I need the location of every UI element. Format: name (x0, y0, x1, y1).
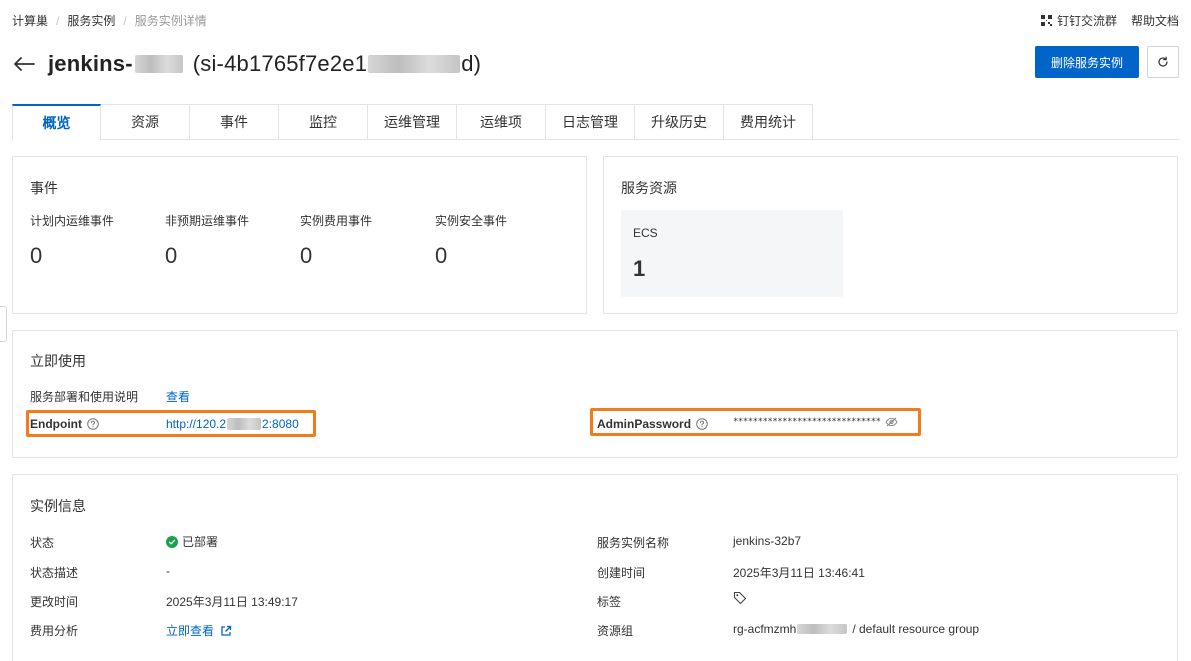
tab-events[interactable]: 事件 (190, 104, 279, 140)
metric-billing-events[interactable]: 实例费用事件 0 (300, 212, 372, 269)
resource-group-label: 资源组 (597, 624, 634, 638)
dingtalk-group-label: 钉钉交流群 (1056, 14, 1117, 28)
quick-use-card: 立即使用 服务部署和使用说明 查看 Endpoint http://120.2 … (12, 330, 1178, 458)
endpoint-url-prefix: http://120.2 (166, 417, 227, 431)
guide-view-link[interactable]: 查看 (166, 388, 190, 405)
service-resources-title: 服务资源 (621, 180, 677, 196)
breadcrumb-item-instance-detail: 服务实例详情 (134, 14, 207, 28)
ecs-count: 1 (633, 256, 646, 281)
status-value: 已部署 (182, 535, 219, 549)
admin-password-label: AdminPassword (597, 417, 692, 431)
endpoint-label: Endpoint (30, 417, 82, 431)
tab-resources[interactable]: 资源 (101, 104, 190, 140)
metric-planned-ops[interactable]: 计划内运维事件 0 (30, 212, 114, 269)
metric-label: 实例安全事件 (435, 214, 508, 228)
events-card-title: 事件 (30, 180, 58, 196)
dingtalk-group-link[interactable]: 钉钉交流群 (1040, 12, 1117, 29)
redacted-block (797, 624, 848, 634)
breadcrumb-separator: / (123, 13, 127, 28)
back-arrow-icon[interactable] (12, 52, 36, 76)
refresh-icon (1158, 56, 1168, 67)
created-time-value: 2025年3月11日 13:46:41 (733, 566, 865, 580)
status-desc-value: - (166, 564, 170, 578)
endpoint-url-suffix: 2:8080 (262, 417, 299, 431)
side-collapse-handle[interactable] (0, 306, 7, 342)
instance-id-prefix: (si-4b1765f7e2e1 (192, 51, 368, 76)
qr-code-icon (1040, 15, 1052, 26)
status-label: 状态 (30, 536, 55, 550)
title-row: jenkins- (si-4b1765f7e2e1 d) (12, 46, 1179, 82)
help-icon[interactable] (696, 418, 708, 430)
tab-bar: 概览 资源 事件 监控 运维管理 运维项 日志管理 升级历史 费用统计 (12, 104, 1179, 141)
resource-group-name: / default resource group (852, 622, 980, 636)
metric-unplanned-ops[interactable]: 非预期运维事件 0 (165, 212, 249, 269)
metric-label: 非预期运维事件 (165, 214, 250, 228)
page-title: jenkins- (si-4b1765f7e2e1 d) (48, 51, 481, 77)
tab-log-management[interactable]: 日志管理 (546, 104, 635, 140)
instance-name-label: 服务实例名称 (597, 536, 670, 550)
instance-id-suffix: d) (461, 51, 482, 76)
instance-info-card: 实例信息 状态 已部署 状态描述 - 更改时间 2025年3月11日 13:49… (12, 474, 1178, 661)
top-links: 钉钉交流群 帮助文档 (1040, 12, 1179, 29)
endpoint-label-group: Endpoint (30, 417, 99, 431)
status-desc-label: 状态描述 (30, 566, 79, 580)
header-actions: 删除服务实例 (1034, 46, 1179, 78)
resource-group-value: rg-acfmzmh / default resource group (733, 622, 979, 636)
admin-password-value-group: ****************************** (733, 417, 898, 427)
breadcrumb-item-service-instances[interactable]: 服务实例 (67, 12, 115, 29)
resource-group-id: rg-acfmzmh (733, 622, 797, 636)
metric-security-events[interactable]: 实例安全事件 0 (435, 212, 507, 269)
metric-label: 实例费用事件 (300, 214, 373, 228)
delete-instance-button[interactable]: 删除服务实例 (1034, 46, 1139, 78)
endpoint-url-link[interactable]: http://120.2 2:8080 (166, 417, 299, 431)
instance-name: jenkins- (48, 51, 133, 76)
status-value-group: 已部署 (166, 533, 218, 550)
redacted-block (227, 418, 262, 430)
modified-time-value: 2025年3月11日 13:49:17 (166, 595, 298, 609)
tab-overview[interactable]: 概览 (12, 104, 101, 141)
instance-id: (si-4b1765f7e2e1 d) (193, 51, 481, 77)
quick-use-title: 立即使用 (30, 353, 86, 369)
eye-hidden-icon[interactable] (884, 417, 898, 427)
metric-value: 0 (165, 243, 178, 268)
modified-time-label: 更改时间 (30, 595, 79, 609)
admin-password-value: ****************************** (733, 417, 881, 427)
admin-password-label-group: AdminPassword (597, 417, 708, 431)
redacted-block (368, 55, 461, 73)
breadcrumb: 计算巢 / 服务实例 / 服务实例详情 (12, 12, 207, 29)
billing-view-link-label: 立即查看 (166, 624, 215, 638)
metric-label: 计划内运维事件 (30, 214, 115, 228)
ecs-label: ECS (633, 226, 658, 240)
metric-value: 0 (435, 243, 448, 268)
instance-info-title: 实例信息 (30, 498, 86, 514)
help-docs-link[interactable]: 帮助文档 (1131, 12, 1179, 29)
tab-upgrade-history[interactable]: 升级历史 (635, 104, 724, 140)
billing-analysis-label: 费用分析 (30, 624, 79, 638)
instance-name-value: jenkins-32b7 (733, 534, 802, 548)
tab-monitoring[interactable]: 监控 (279, 104, 368, 140)
breadcrumb-separator: / (56, 13, 60, 28)
ecs-resource-tile[interactable]: ECS 1 (621, 210, 843, 297)
guide-label: 服务部署和使用说明 (30, 390, 139, 404)
tags-label: 标签 (597, 595, 622, 609)
tab-ops-items[interactable]: 运维项 (457, 104, 546, 140)
metric-value: 0 (30, 243, 43, 268)
tab-cost-statistics[interactable]: 费用统计 (724, 104, 813, 140)
service-resources-card: 服务资源 ECS 1 (603, 156, 1178, 314)
tag-icon[interactable] (733, 591, 747, 608)
redacted-block (134, 55, 183, 73)
events-card: 事件 计划内运维事件 0 非预期运维事件 0 实例费用事件 0 实例安全事件 0 (12, 156, 587, 314)
metric-value: 0 (300, 243, 313, 268)
created-time-label: 创建时间 (597, 566, 646, 580)
refresh-button[interactable] (1147, 46, 1179, 78)
breadcrumb-item-compute-nest[interactable]: 计算巢 (12, 12, 48, 29)
billing-view-link[interactable]: 立即查看 (166, 622, 232, 639)
tab-ops-management[interactable]: 运维管理 (368, 104, 457, 140)
success-check-icon (166, 535, 178, 548)
external-link-icon (221, 625, 232, 636)
help-icon[interactable] (87, 418, 99, 430)
